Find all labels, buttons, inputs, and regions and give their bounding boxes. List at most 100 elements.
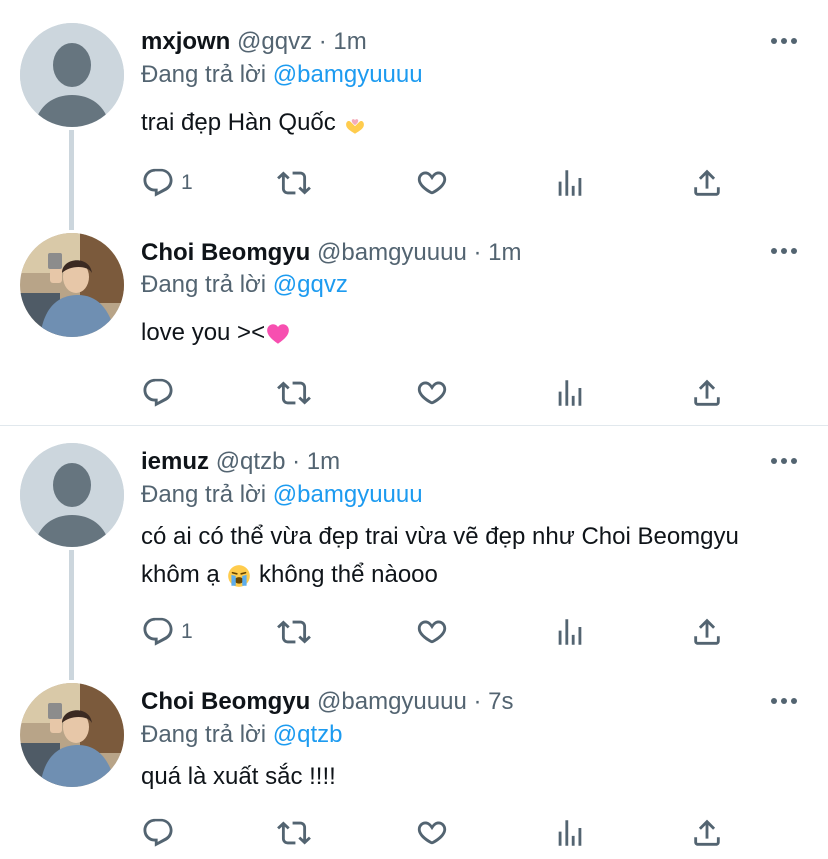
share-button[interactable]: [690, 165, 724, 201]
timestamp[interactable]: 7s: [488, 688, 513, 715]
views-icon: [553, 376, 587, 410]
share-button[interactable]: [690, 815, 724, 851]
share-icon: [690, 816, 724, 850]
heart-hands-emoji-icon: [342, 111, 368, 137]
mention-link[interactable]: @bamgyuuuu: [273, 481, 423, 508]
replying-to-label: Đang trả lời: [141, 271, 267, 298]
retweet-button[interactable]: [277, 614, 311, 650]
views-button[interactable]: [553, 165, 587, 201]
views-button[interactable]: [553, 375, 587, 411]
retweet-button[interactable]: [277, 375, 311, 411]
user-handle[interactable]: @gqvz: [237, 28, 312, 55]
thread-line: [69, 550, 74, 680]
mention-link[interactable]: @qtzb: [273, 721, 343, 748]
user-handle[interactable]: @bamgyuuuu: [317, 239, 467, 266]
pink-heart-emoji-icon: [265, 321, 291, 347]
share-icon: [690, 615, 724, 649]
tweet-text-content: love you ><: [141, 319, 266, 346]
tweet-text-content: không thể nàooo: [259, 561, 438, 588]
tweet-text-content: trai đẹp Hàn Quốc: [141, 109, 336, 136]
reply-icon: [141, 615, 175, 649]
tweet-text-line: khôm ạ không thể nàooo: [141, 556, 821, 594]
more-icon[interactable]: [770, 456, 798, 466]
user-handle[interactable]: @qtzb: [216, 448, 286, 475]
share-icon: [690, 376, 724, 410]
display-name[interactable]: Choi Beomgyu: [141, 239, 310, 266]
more-icon[interactable]: [770, 696, 798, 706]
tweet-1[interactable]: mxjown @gqvz · 1m Đang trả lời @bamgyuuu…: [0, 0, 828, 230]
avatar[interactable]: [20, 443, 124, 547]
action-bar: [141, 815, 741, 851]
avatar[interactable]: [20, 23, 124, 127]
action-bar: 1: [141, 165, 741, 201]
profile-photo-icon: [20, 683, 124, 787]
display-name[interactable]: mxjown: [141, 28, 230, 55]
reply-button[interactable]: 1: [141, 165, 193, 201]
tweet-text-content: quá là xuất sắc !!!!: [141, 763, 336, 790]
reply-button[interactable]: [141, 815, 181, 851]
replying-to-label: Đang trả lời: [141, 61, 267, 88]
separator-dot: ·: [473, 239, 482, 266]
views-button[interactable]: [553, 614, 587, 650]
profile-photo-icon: [20, 233, 124, 337]
retweet-icon: [277, 615, 311, 649]
like-button[interactable]: [415, 614, 449, 650]
timestamp[interactable]: 1m: [307, 448, 340, 475]
like-button[interactable]: [415, 815, 449, 851]
retweet-icon: [277, 376, 311, 410]
display-name[interactable]: Choi Beomgyu: [141, 688, 310, 715]
avatar[interactable]: [20, 233, 124, 337]
share-button[interactable]: [690, 375, 724, 411]
separator-dot: ·: [318, 28, 327, 55]
tweet-3[interactable]: iemuz @qtzb · 1m Đang trả lời @bamgyuuuu…: [0, 426, 828, 680]
reply-button[interactable]: 1: [141, 614, 193, 650]
replying-to-label: Đang trả lời: [141, 481, 267, 508]
display-name[interactable]: iemuz: [141, 448, 209, 475]
like-button[interactable]: [415, 165, 449, 201]
tweet-header: Choi Beomgyu @bamgyuuuu · 1m: [141, 239, 522, 267]
default-avatar-icon: [20, 443, 124, 547]
more-icon[interactable]: [770, 36, 798, 46]
action-bar: 1: [141, 614, 741, 650]
mention-link[interactable]: @bamgyuuuu: [273, 61, 423, 88]
retweet-icon: [277, 166, 311, 200]
avatar[interactable]: [20, 683, 124, 787]
views-button[interactable]: [553, 815, 587, 851]
separator-dot: ·: [473, 688, 482, 715]
like-icon: [415, 376, 449, 410]
tweet-header: iemuz @qtzb · 1m: [141, 448, 340, 476]
tweet-text: love you ><: [141, 314, 821, 352]
replying-to: Đang trả lời @bamgyuuuu: [141, 61, 423, 89]
tweet-text-content: khôm ạ: [141, 561, 220, 588]
like-icon: [415, 615, 449, 649]
reply-icon: [141, 166, 175, 200]
tweet-4[interactable]: Choi Beomgyu @bamgyuuuu · 7s Đang trả lờ…: [0, 666, 828, 859]
user-handle[interactable]: @bamgyuuuu: [317, 688, 467, 715]
tweet-text: quá là xuất sắc !!!!: [141, 758, 821, 796]
reply-button[interactable]: [141, 375, 181, 411]
mention-link[interactable]: @gqvz: [273, 271, 348, 298]
share-icon: [690, 166, 724, 200]
replying-to: Đang trả lời @bamgyuuuu: [141, 481, 423, 509]
views-icon: [553, 166, 587, 200]
timestamp[interactable]: 1m: [333, 28, 366, 55]
retweet-button[interactable]: [277, 815, 311, 851]
like-icon: [415, 166, 449, 200]
timestamp[interactable]: 1m: [488, 239, 521, 266]
more-icon[interactable]: [770, 246, 798, 256]
tweet-2[interactable]: Choi Beomgyu @bamgyuuuu · 1m Đang trả lờ…: [0, 215, 828, 425]
replying-to: Đang trả lời @gqvz: [141, 271, 348, 299]
tweet-text: có ai có thể vừa đẹp trai vừa vẽ đẹp như…: [141, 518, 821, 594]
reply-icon: [141, 816, 175, 850]
tweet-text: trai đẹp Hàn Quốc: [141, 104, 821, 142]
views-icon: [553, 615, 587, 649]
views-icon: [553, 816, 587, 850]
replying-to-label: Đang trả lời: [141, 721, 267, 748]
like-button[interactable]: [415, 375, 449, 411]
retweet-button[interactable]: [277, 165, 311, 201]
retweet-icon: [277, 816, 311, 850]
share-button[interactable]: [690, 614, 724, 650]
reply-count: 1: [181, 620, 193, 643]
separator-dot: ·: [292, 448, 301, 475]
tweet-header: Choi Beomgyu @bamgyuuuu · 7s: [141, 688, 514, 716]
